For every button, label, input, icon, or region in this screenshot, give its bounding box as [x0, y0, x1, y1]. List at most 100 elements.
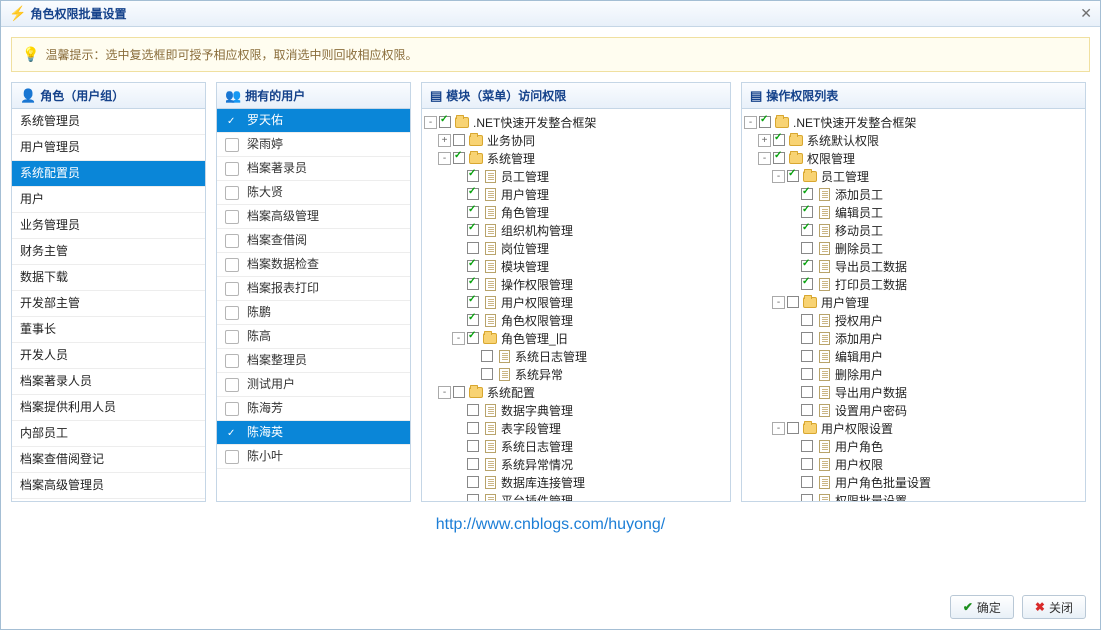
tree-node[interactable]: 移动员工 [744, 221, 1083, 239]
tree-node[interactable]: -权限管理 [744, 149, 1083, 167]
checkbox-icon[interactable] [225, 258, 239, 272]
checkbox-icon[interactable] [225, 138, 239, 152]
checkbox-icon[interactable] [225, 186, 239, 200]
tree-node[interactable]: -.NET快速开发整合框架 [744, 113, 1083, 131]
role-item[interactable]: 档案著录人员 [12, 369, 205, 395]
tree-checkbox[interactable] [801, 386, 813, 398]
role-item[interactable]: 内部员工 [12, 421, 205, 447]
tree-checkbox[interactable] [801, 314, 813, 326]
tree-checkbox[interactable] [801, 494, 813, 501]
modules-tree[interactable]: -.NET快速开发整合框架+业务协同-系统管理员工管理用户管理角色管理组织机构管… [422, 109, 730, 501]
collapse-icon[interactable]: - [772, 170, 785, 183]
tree-node[interactable]: 组织机构管理 [424, 221, 728, 239]
user-item[interactable]: 梁雨婷 [217, 133, 410, 157]
tree-checkbox[interactable] [787, 170, 799, 182]
checkbox-icon[interactable] [225, 402, 239, 416]
collapse-icon[interactable]: - [424, 116, 437, 129]
tree-checkbox[interactable] [453, 134, 465, 146]
tree-checkbox[interactable] [801, 404, 813, 416]
tree-node[interactable]: 用户权限 [744, 455, 1083, 473]
tree-checkbox[interactable] [787, 422, 799, 434]
tree-node[interactable]: 添加员工 [744, 185, 1083, 203]
tree-checkbox[interactable] [467, 224, 479, 236]
role-item[interactable]: 开发部主管 [12, 291, 205, 317]
role-item[interactable]: 用户管理员 [12, 135, 205, 161]
role-item[interactable]: 档案提供利用人员 [12, 395, 205, 421]
user-item[interactable]: 档案著录员 [217, 157, 410, 181]
tree-checkbox[interactable] [467, 422, 479, 434]
collapse-icon[interactable]: - [452, 332, 465, 345]
role-item[interactable]: 系统配置员 [12, 161, 205, 187]
ok-button[interactable]: ✔ 确定 [950, 595, 1014, 619]
tree-node[interactable]: 编辑员工 [744, 203, 1083, 221]
role-item[interactable]: 档案查借阅登记 [12, 447, 205, 473]
tree-checkbox[interactable] [801, 476, 813, 488]
tree-node[interactable]: 编辑用户 [744, 347, 1083, 365]
tree-checkbox[interactable] [787, 296, 799, 308]
tree-checkbox[interactable] [467, 332, 479, 344]
tree-node[interactable]: -角色管理_旧 [424, 329, 728, 347]
checkbox-icon[interactable] [225, 330, 239, 344]
tree-node[interactable]: 用户角色批量设置 [744, 473, 1083, 491]
tree-checkbox[interactable] [467, 404, 479, 416]
checkbox-icon[interactable] [225, 162, 239, 176]
tree-checkbox[interactable] [801, 458, 813, 470]
user-item[interactable]: 档案高级管理 [217, 205, 410, 229]
tree-node[interactable]: 删除用户 [744, 365, 1083, 383]
tree-checkbox[interactable] [801, 278, 813, 290]
tree-checkbox[interactable] [801, 350, 813, 362]
tree-checkbox[interactable] [481, 368, 493, 380]
checkbox-icon[interactable] [225, 210, 239, 224]
checkbox-icon[interactable] [225, 450, 239, 464]
expand-icon[interactable]: + [438, 134, 451, 147]
user-item[interactable]: 档案数据检查 [217, 253, 410, 277]
tree-node[interactable]: 权限批量设置 [744, 491, 1083, 501]
tree-node[interactable]: -系统管理 [424, 149, 728, 167]
collapse-icon[interactable]: - [438, 152, 451, 165]
tree-node[interactable]: 角色权限管理 [424, 311, 728, 329]
tree-node[interactable]: 平台插件管理 [424, 491, 728, 501]
checkbox-icon[interactable] [225, 378, 239, 392]
user-item[interactable]: 陈小叶 [217, 445, 410, 469]
role-item[interactable]: 上传主管 [12, 499, 205, 501]
tree-node[interactable]: -用户管理 [744, 293, 1083, 311]
tree-node[interactable]: 导出员工数据 [744, 257, 1083, 275]
user-item[interactable]: 陈大贤 [217, 181, 410, 205]
user-item[interactable]: 档案报表打印 [217, 277, 410, 301]
role-item[interactable]: 用户 [12, 187, 205, 213]
tree-checkbox[interactable] [759, 116, 771, 128]
user-item[interactable]: 档案查借阅 [217, 229, 410, 253]
roles-list[interactable]: 系统管理员用户管理员系统配置员用户业务管理员财务主管数据下载开发部主管董事长开发… [12, 109, 205, 501]
user-item[interactable]: 陈海英 [217, 421, 410, 445]
tree-node[interactable]: 系统异常 [424, 365, 728, 383]
user-item[interactable]: 罗天佑 [217, 109, 410, 133]
tree-node[interactable]: 系统日志管理 [424, 437, 728, 455]
collapse-icon[interactable]: - [772, 422, 785, 435]
tree-node[interactable]: 操作权限管理 [424, 275, 728, 293]
checkbox-icon[interactable] [225, 114, 239, 128]
close-icon[interactable]: ✕ [1080, 5, 1092, 22]
tree-node[interactable]: 打印员工数据 [744, 275, 1083, 293]
tree-node[interactable]: 员工管理 [424, 167, 728, 185]
role-item[interactable]: 系统管理员 [12, 109, 205, 135]
tree-node[interactable]: -.NET快速开发整合框架 [424, 113, 728, 131]
tree-checkbox[interactable] [467, 278, 479, 290]
tree-checkbox[interactable] [467, 242, 479, 254]
tree-checkbox[interactable] [467, 314, 479, 326]
tree-checkbox[interactable] [773, 134, 785, 146]
tree-node[interactable]: 系统异常情况 [424, 455, 728, 473]
checkbox-icon[interactable] [225, 354, 239, 368]
tree-node[interactable]: 授权用户 [744, 311, 1083, 329]
tree-node[interactable]: +业务协同 [424, 131, 728, 149]
tree-node[interactable]: 模块管理 [424, 257, 728, 275]
tree-node[interactable]: 角色管理 [424, 203, 728, 221]
tree-checkbox[interactable] [467, 188, 479, 200]
ops-tree[interactable]: -.NET快速开发整合框架+系统默认权限-权限管理-员工管理添加员工编辑员工移动… [742, 109, 1085, 501]
role-item[interactable]: 董事长 [12, 317, 205, 343]
tree-checkbox[interactable] [801, 206, 813, 218]
tree-node[interactable]: -系统配置 [424, 383, 728, 401]
tree-checkbox[interactable] [773, 152, 785, 164]
collapse-icon[interactable]: - [744, 116, 757, 129]
tree-checkbox[interactable] [467, 206, 479, 218]
tree-checkbox[interactable] [467, 494, 479, 501]
